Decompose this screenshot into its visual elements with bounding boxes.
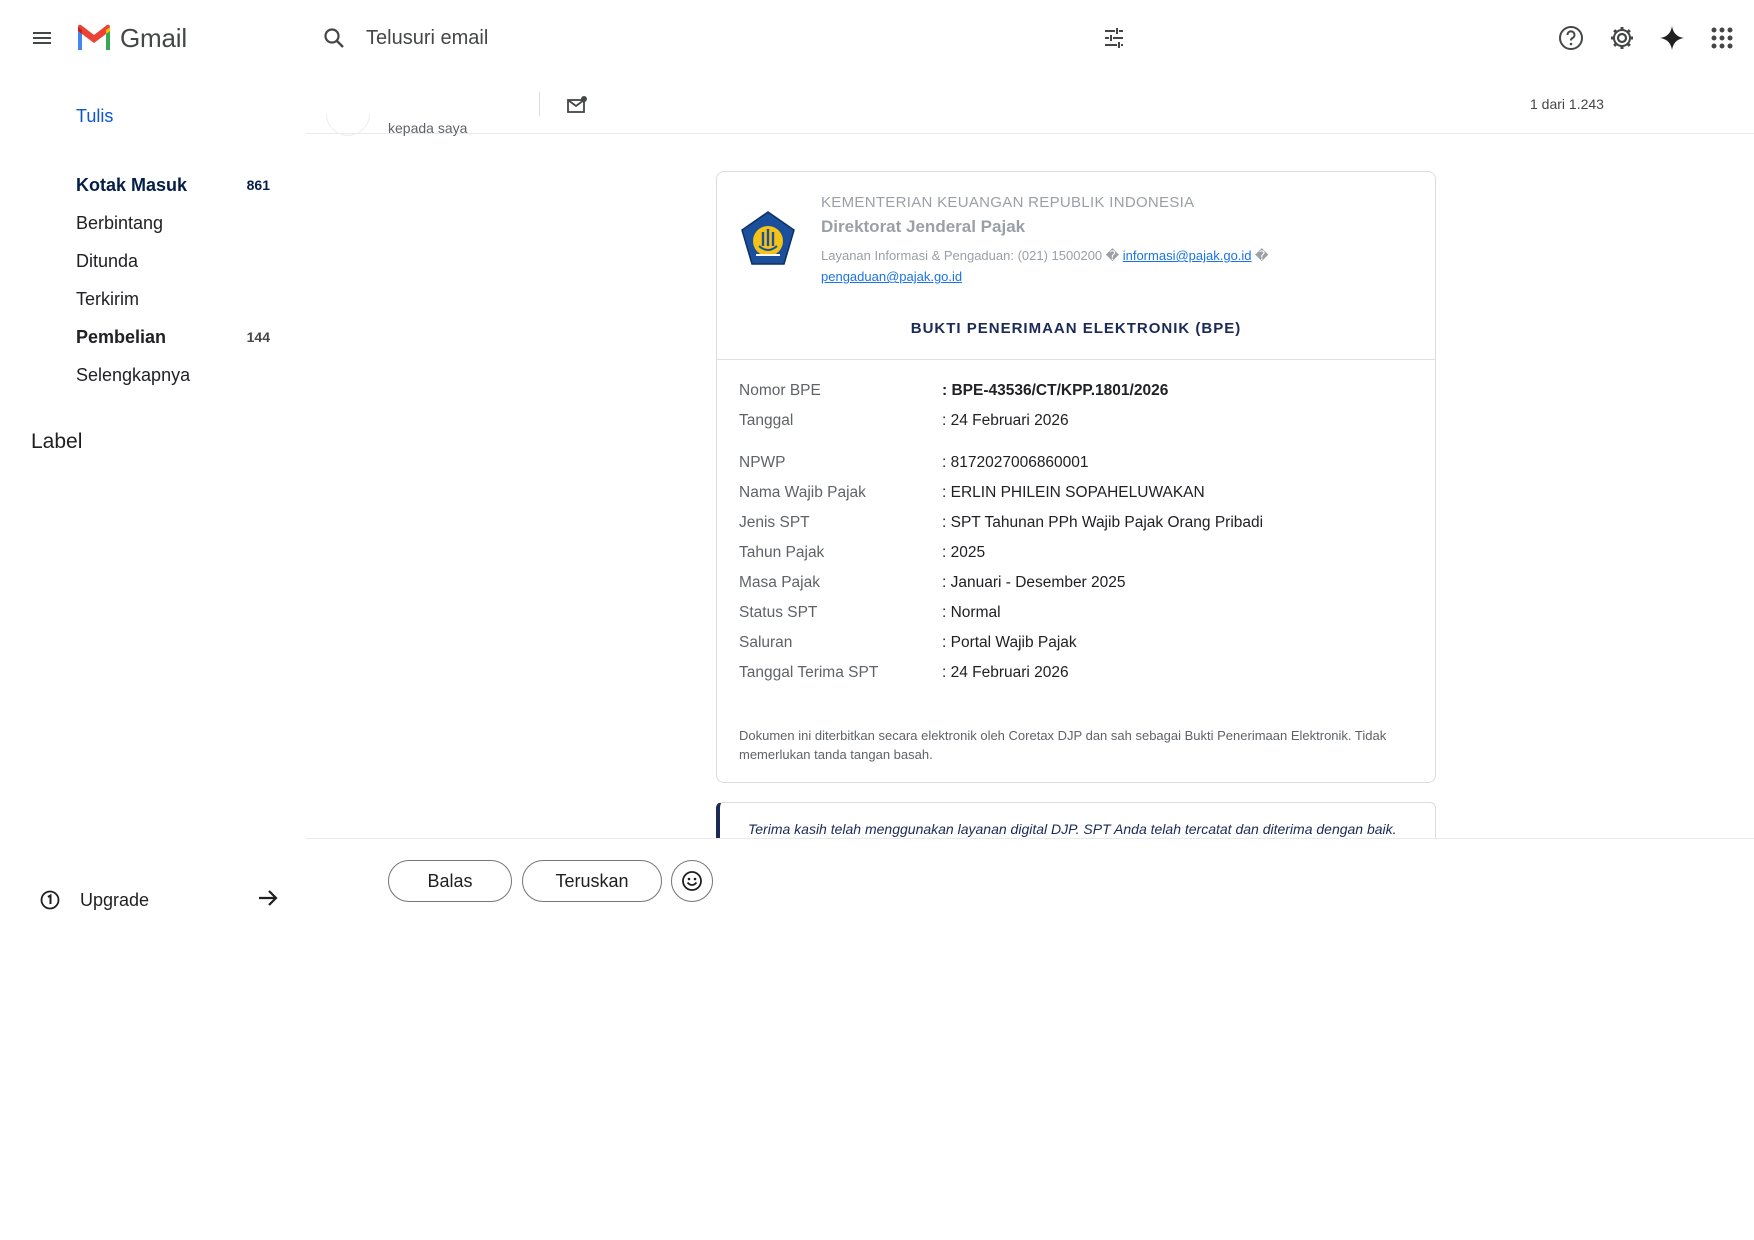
apps-icon[interactable] <box>1702 18 1742 58</box>
recipient-line: kepada saya <box>388 120 468 136</box>
contact-line: Layanan Informasi & Pengaduan: (021) 150… <box>821 245 1421 287</box>
field-row: Nama Wajib Pajak : ERLIN PHILEIN SOPAHELU… <box>739 484 1419 514</box>
sidebar-item-starred[interactable]: Berbintang <box>0 204 290 242</box>
field-row: Tanggal : 24 Februari 2026 <box>739 412 1419 442</box>
field-row: Tahun Pajak : 2025 <box>739 544 1419 574</box>
gmail-m-icon <box>78 24 110 50</box>
field-key: Tahun Pajak <box>739 544 825 561</box>
bpe-fields: Nomor BPE : BPE-43536/CT/KPP.1801/2026 Ta… <box>739 382 1419 694</box>
field-row: Tanggal Terima SPT : 24 Februari 2026 <box>739 664 1419 694</box>
sidebar-item-purchases[interactable]: Pembelian 144 <box>0 318 290 356</box>
thanks-note-text: Terima kasih telah menggunakan layanan d… <box>748 821 1397 837</box>
field-key: Masa Pajak <box>739 574 820 591</box>
sidebar-item-label: Ditunda <box>76 250 139 271</box>
field-row: Jenis SPT : SPT Tahunan PPh Wajib Pajak O… <box>739 514 1419 544</box>
upgrade-badge-icon <box>40 890 60 910</box>
top-bar: Gmail <box>0 0 1754 76</box>
search-icon[interactable] <box>310 14 358 62</box>
thanks-note: Terima kasih telah menggunakan layanan d… <box>716 802 1436 839</box>
labels-heading: Label <box>31 430 83 453</box>
sidebar-item-inbox[interactable]: Kotak Masuk 861 <box>0 166 290 204</box>
gmail-logo[interactable]: Gmail <box>76 20 187 56</box>
toolbar-divider <box>539 92 540 116</box>
sidebar-item-label: Selengkapnya <box>76 364 191 385</box>
sidebar-nav: Kotak Masuk 861 Berbintang Ditunda Terki… <box>0 166 290 394</box>
document-footer: Dokumen ini diterbitkan secara elektroni… <box>739 728 1387 762</box>
sidebar-item-label: Terkirim <box>76 288 139 309</box>
contact-separator: � <box>1251 248 1269 263</box>
field-value: : Normal <box>942 604 1001 621</box>
forward-label: Teruskan <box>555 870 629 891</box>
message-body: KEMENTERIAN KEUANGAN REPUBLIK INDONESIA … <box>306 135 1754 839</box>
field-row: Saluran : Portal Wajib Pajak <box>739 634 1419 664</box>
gemini-icon[interactable] <box>1652 18 1692 58</box>
field-key: NPWP <box>739 454 786 471</box>
field-row: Masa Pajak : Januari - Desember 2025 <box>739 574 1419 604</box>
sidebar-item-label: Pembelian <box>76 326 167 347</box>
field-key: Nomor BPE <box>739 382 821 399</box>
sidebar-item-more[interactable]: Selengkapnya <box>0 356 290 394</box>
sender-avatar <box>326 114 370 136</box>
field-value: : SPT Tahunan PPh Wajib Pajak Orang Prib… <box>942 514 1264 531</box>
app-name: Gmail <box>120 22 187 53</box>
reply-label: Balas <box>427 870 473 891</box>
filter-icon[interactable] <box>1096 20 1132 56</box>
mark-unread-icon[interactable] <box>562 90 592 120</box>
field-value: : ERLIN PHILEIN SOPAHELUWAKAN <box>942 484 1205 501</box>
sidebar-item-sent[interactable]: Terkirim <box>0 280 290 318</box>
bpe-header: KEMENTERIAN KEUANGAN REPUBLIK INDONESIA … <box>717 172 1435 360</box>
contact-prefix: Layanan Informasi & Pengaduan: (021) 150… <box>821 248 1123 263</box>
field-row: Nomor BPE : BPE-43536/CT/KPP.1801/2026 <box>739 382 1419 412</box>
field-key: Saluran <box>739 634 793 651</box>
field-value: : 2025 <box>942 544 986 561</box>
settings-icon[interactable] <box>1602 18 1642 58</box>
search-input[interactable] <box>366 26 966 50</box>
complaint-email-link[interactable]: pengaduan@pajak.go.id <box>821 269 962 284</box>
sidebar-item-label: Berbintang <box>76 212 164 233</box>
directorate-name: Direktorat Jenderal Pajak <box>821 217 1026 236</box>
pager-text: 1 dari 1.243 <box>1530 96 1604 112</box>
help-icon[interactable] <box>1551 18 1591 58</box>
info-email-link[interactable]: informasi@pajak.go.id <box>1123 248 1252 263</box>
document-title: BUKTI PENERIMAAN ELEKTRONIK (BPE) <box>910 320 1242 337</box>
message-toolbar: kepada saya 1 dari 1.243 <box>306 80 1754 136</box>
menu-icon[interactable] <box>24 20 60 56</box>
bpe-card: KEMENTERIAN KEUANGAN REPUBLIK INDONESIA … <box>716 171 1436 783</box>
unread-count: 144 <box>246 329 270 345</box>
field-key: Jenis SPT <box>739 514 810 531</box>
reply-bar: Balas Teruskan <box>306 838 1754 948</box>
search-bar[interactable] <box>310 14 1150 62</box>
sidebar: Tulis Kotak Masuk 861 Berbintang Ditunda… <box>0 76 300 1240</box>
sidebar-item-snoozed[interactable]: Ditunda <box>0 242 290 280</box>
arrow-right-icon[interactable] <box>256 886 280 910</box>
upgrade-label: Upgrade <box>80 889 150 910</box>
field-value: : Januari - Desember 2025 <box>942 574 1126 591</box>
field-key: Tanggal Terima SPT <box>739 664 879 681</box>
emoji-icon <box>682 871 702 891</box>
field-row: Status SPT : Normal <box>739 604 1419 634</box>
compose-button[interactable]: Tulis <box>76 106 113 127</box>
field-key: Nama Wajib Pajak <box>739 484 866 501</box>
field-value: : Portal Wajib Pajak <box>942 634 1077 651</box>
sidebar-item-label: Kotak Masuk <box>76 174 188 195</box>
unread-count: 861 <box>246 177 270 193</box>
field-value: : 24 Februari 2026 <box>942 664 1069 681</box>
ministry-name: KEMENTERIAN KEUANGAN REPUBLIK INDONESIA <box>821 194 1195 211</box>
forward-button[interactable]: Teruskan <box>522 860 662 902</box>
emoji-reaction-button[interactable] <box>671 860 713 902</box>
field-value: : 8172027006860001 <box>942 454 1089 471</box>
field-row: NPWP : 8172027006860001 <box>739 454 1419 484</box>
field-value: : 24 Februari 2026 <box>942 412 1069 429</box>
upgrade-button[interactable]: Upgrade <box>40 882 280 918</box>
field-key: Tanggal <box>739 412 794 429</box>
field-key: Status SPT <box>739 604 818 621</box>
field-value: : BPE-43536/CT/KPP.1801/2026 <box>942 382 1169 399</box>
djp-emblem-icon <box>741 211 795 265</box>
reply-button[interactable]: Balas <box>388 860 512 902</box>
